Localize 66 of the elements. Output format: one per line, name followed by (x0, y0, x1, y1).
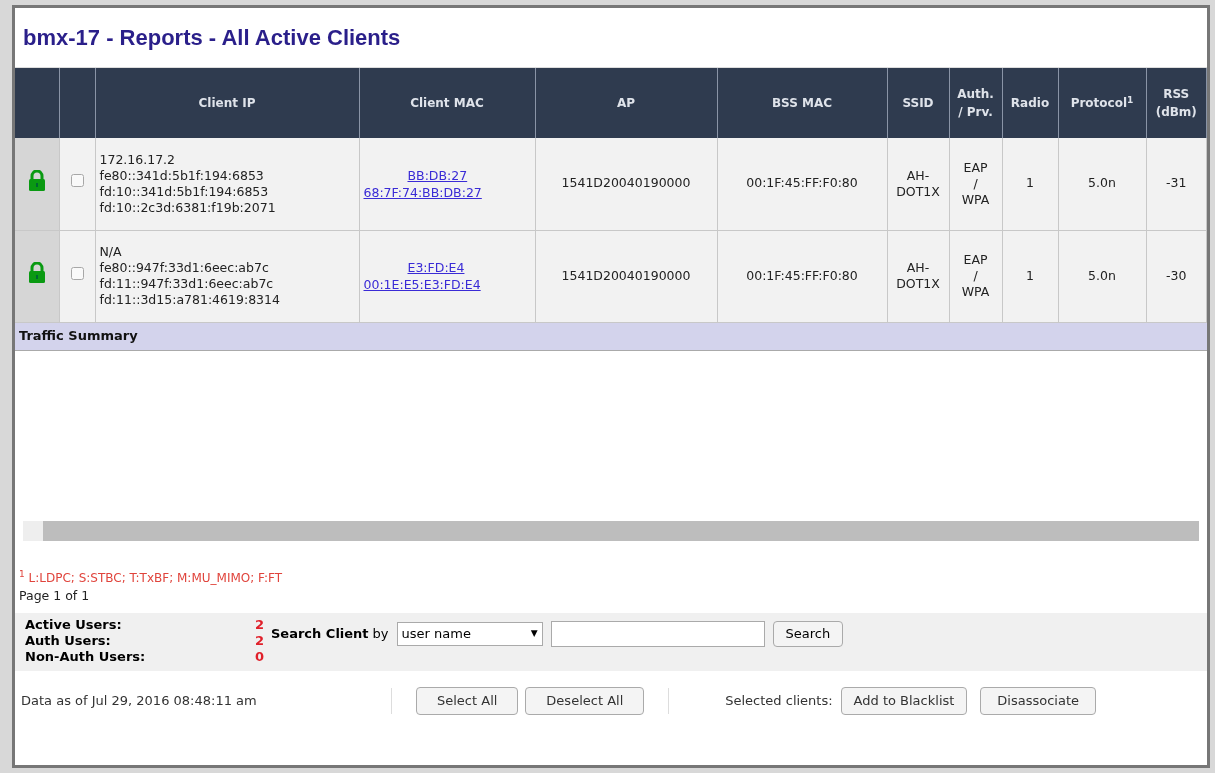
data-timestamp: Data as of Jul 29, 2016 08:48:11 am (21, 691, 258, 710)
protocol-cell: 5.0n (1088, 267, 1116, 283)
radio-cell: 1 (1026, 267, 1034, 283)
client-ip: 172.16.17.2 (99, 151, 177, 168)
lock-icon (27, 169, 46, 192)
section-header: Traffic Summary (15, 322, 1207, 351)
mac-link[interactable]: 68:7F:74:BB:DB:27 (363, 183, 482, 201)
footnote: $^{1}$ L:LDPC; S:STBC; T:TxBF; M:MU_MIMO; F:FT (18, 568, 284, 587)
stat-value: 2 (255, 632, 266, 649)
stat-value: 0 (255, 648, 266, 665)
row-checkbox[interactable] (70, 174, 84, 188)
radio-cell: 1 (1026, 175, 1034, 191)
client-ip: fe80::947f:33d1:6eec:ab7c (99, 260, 270, 276)
selected-clients-label: Selected clients: (725, 691, 833, 710)
column-header: Auth. / Prv. (957, 87, 994, 119)
search-label: Search Client (271, 624, 369, 643)
client-ip: fd:10::2c3d:6381:f19b:2071 (99, 199, 277, 216)
auth-cell-text: / (972, 175, 979, 192)
mac-link[interactable]: E3:FD:E4 (363, 259, 465, 276)
column-header: SSID (902, 96, 934, 110)
ssid-cell: AH-DOT1X (896, 167, 940, 199)
search-button[interactable]: Search (772, 620, 844, 647)
ap-cell: 1541D20040190000 (561, 267, 691, 283)
row-checkbox[interactable] (70, 266, 84, 280)
stat-label: Non-Auth Users: (25, 648, 147, 665)
rss-cell: -31 (1166, 175, 1187, 191)
rss-cell: -30 (1166, 267, 1187, 283)
client-ip: fd:10::341d:5b1f:194:6853 (99, 183, 270, 200)
auth-cell-text: EAP (962, 252, 989, 268)
auth-cell-text: EAP (962, 159, 989, 176)
column-header: Radio (1010, 96, 1050, 110)
horizontal-scrollbar[interactable] (23, 520, 1199, 541)
column-header: AP (616, 96, 636, 110)
column-header: Client IP (198, 96, 256, 110)
add-to-blacklist-button[interactable]: Add to Blacklist (840, 686, 968, 715)
stat-label: Auth Users: (25, 632, 112, 649)
bss-mac-cell: 00:1F:45:FF:F0:80 (746, 267, 858, 283)
select-all-button[interactable]: Select All (416, 686, 519, 715)
column-header: RSS (dBm) (1155, 87, 1197, 119)
mac-link[interactable]: BB:DB:27 (363, 166, 468, 184)
search-type-select[interactable]: user name ▼ (396, 621, 543, 646)
auth-cell-text: WPA (960, 284, 991, 300)
dropdown-arrow-icon: ▼ (530, 626, 538, 641)
search-input[interactable] (550, 620, 765, 647)
page-title: bmx-17 - Reports - All Active Clients (23, 24, 401, 52)
lock-icon (27, 262, 46, 285)
column-header: Protocol$^{1}$ (1070, 96, 1134, 110)
ssid-cell: AH-DOT1X (896, 260, 940, 291)
page-indicator: Page 1 of 1 (18, 586, 91, 605)
deselect-all-button[interactable]: Deselect All (525, 686, 645, 715)
search-by-label: by (372, 624, 389, 643)
client-ip: fe80::341d:5b1f:194:6853 (99, 167, 265, 184)
ap-cell: 1541D20040190000 (561, 175, 691, 191)
client-ip: N/A (99, 244, 123, 260)
protocol-cell: 5.0n (1088, 175, 1116, 191)
client-ip: fd:11::947f:33d1:6eec:ab7c (99, 276, 275, 292)
mac-link[interactable]: 00:1E:E5:E3:FD:E4 (363, 276, 481, 293)
stat-value: 2 (255, 616, 266, 633)
client-ip: fd:11::3d15:a781:4619:8314 (99, 292, 281, 308)
stat-label: Active Users: (25, 616, 123, 633)
auth-cell-text: / (972, 268, 979, 284)
auth-cell-text: WPA (960, 191, 991, 208)
bss-mac-cell: 00:1F:45:FF:F0:80 (746, 175, 858, 191)
column-header: Client MAC (410, 96, 484, 110)
column-header: BSS MAC (771, 96, 833, 110)
disassociate-button[interactable]: Disassociate (980, 686, 1097, 715)
